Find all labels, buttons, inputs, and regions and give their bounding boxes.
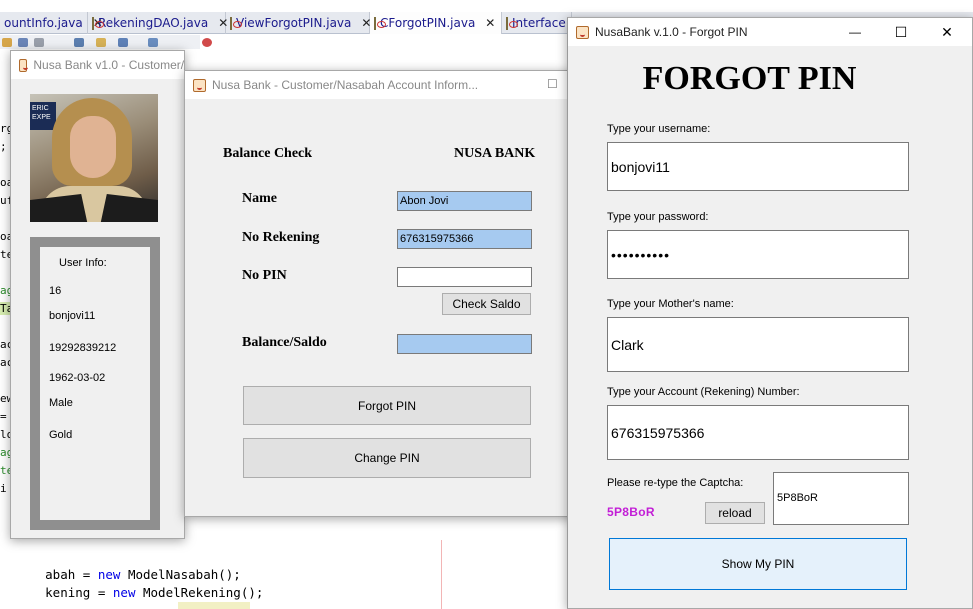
username-input[interactable]: bonjovi11 (607, 142, 909, 191)
minimize-icon[interactable]: — (832, 18, 878, 46)
java-form-icon (230, 16, 242, 30)
code-text: ModelRekening(); (135, 585, 264, 600)
toolbar-icon[interactable] (2, 38, 12, 47)
rekening-label: No Rekening (242, 230, 320, 245)
check-saldo-button[interactable]: Check Saldo (442, 293, 531, 315)
maximize-icon[interactable]: ☐ (547, 77, 558, 91)
tab-viewforgotpin[interactable]: ViewForgotPIN.java ✕ (226, 12, 371, 34)
tab-cforgotpin[interactable]: CForgotPIN.java ✕ (370, 12, 502, 34)
account-title: Nusa Bank - Customer/Nasabah Account Inf… (212, 78, 479, 92)
toolbar-icon[interactable] (118, 38, 128, 47)
user-tier: Gold (49, 429, 73, 441)
bank-name: NUSA BANK (454, 146, 536, 161)
java-app-icon (576, 25, 589, 39)
code-keyword: new (112, 585, 136, 600)
photo-banner: ERIC EXPE (30, 102, 56, 130)
forgot-pin-titlebar[interactable]: NusaBank v.1.0 - Forgot PIN — ☐ ✕ (568, 18, 972, 46)
java-app-icon (19, 58, 29, 72)
forgot-pin-heading: FORGOT PIN (642, 60, 857, 97)
editor-toolbar (0, 35, 212, 49)
pin-field[interactable] (397, 267, 532, 287)
toolbar-icon[interactable] (96, 38, 106, 47)
tab-rekeningdao[interactable]: RekeningDAO.java ✕ (88, 12, 228, 34)
toolbar-icon[interactable] (34, 38, 44, 47)
pin-label: No PIN (242, 268, 287, 283)
tab-label: CForgotPIN.java (380, 16, 476, 30)
rekening-field[interactable]: 676315975366 (397, 229, 532, 249)
user-gender: Male (49, 397, 73, 409)
mother-name-label: Type your Mother's name: (607, 298, 734, 310)
tab-label: ViewForgotPIN.java (236, 16, 352, 30)
toolbar-icon[interactable] (148, 38, 158, 47)
balance-check-title: Balance Check (223, 146, 313, 161)
margin-guide-line (441, 540, 442, 609)
reload-captcha-button[interactable]: reload (705, 502, 765, 524)
user-info-panel: User Info: 16 bonjovi11 19292839212 1962… (30, 237, 160, 530)
tab-label: RekeningDAO.java (98, 16, 209, 30)
password-input[interactable]: •••••••••• (607, 230, 909, 279)
balance-field[interactable] (397, 334, 532, 354)
toolbar-icon[interactable] (74, 38, 84, 47)
photo-face (70, 116, 116, 178)
toolbar-icon[interactable] (18, 38, 28, 47)
forgot-pin-button[interactable]: Forgot PIN (243, 386, 531, 425)
close-icon[interactable]: ✕ (924, 18, 970, 46)
user-id: 16 (49, 285, 62, 297)
account-number-label: Type your Account (Rekening) Number: (607, 386, 800, 398)
dashboard-window[interactable]: Nusa Bank v1.0 - Customer/Nasabah Dashbo… (10, 50, 185, 539)
dashboard-title: Nusa Bank v1.0 - Customer/Nasabah Dashbo… (33, 58, 184, 72)
java-app-icon (193, 78, 206, 92)
tab-label: ountInfo.java (4, 16, 83, 30)
highlight-marker (178, 602, 250, 609)
code-editor[interactable]: abah = new ModelNasabah(); kening = new … (0, 530, 560, 609)
user-username: bonjovi11 (49, 310, 96, 322)
forgot-pin-title: NusaBank v.1.0 - Forgot PIN (595, 25, 748, 39)
account-number-input[interactable]: 676315975366 (607, 405, 909, 460)
dashboard-titlebar[interactable]: Nusa Bank v1.0 - Customer/Nasabah Dashbo… (11, 51, 184, 79)
show-my-pin-button[interactable]: Show My PIN (609, 538, 907, 590)
java-file-icon (506, 16, 518, 30)
maximize-icon[interactable]: ☐ (878, 18, 924, 46)
name-field[interactable]: Abon Jovi (397, 191, 532, 211)
change-pin-button[interactable]: Change PIN (243, 438, 531, 478)
password-label: Type your password: (607, 211, 709, 223)
balance-label: Balance/Saldo (242, 335, 327, 350)
code-fragment: ; (0, 140, 7, 153)
account-titlebar[interactable]: Nusa Bank - Customer/Nasabah Account Inf… (185, 71, 578, 99)
code-fragment: i (0, 482, 7, 495)
forgot-pin-window[interactable]: NusaBank v.1.0 - Forgot PIN — ☐ ✕ FORGOT… (567, 17, 973, 609)
account-info-window[interactable]: Nusa Bank - Customer/Nasabah Account Inf… (184, 70, 579, 517)
tab-accountinfo[interactable]: ountInfo.java ✕ (0, 12, 103, 34)
mother-name-input[interactable]: Clark (607, 317, 909, 372)
customer-photo: ERIC EXPE (30, 94, 158, 222)
user-info-label: User Info: (59, 257, 107, 269)
tab-interface[interactable]: Interface (502, 12, 572, 34)
java-file-icon (374, 16, 386, 30)
user-phone: 19292839212 (49, 342, 117, 354)
tab-label: Interface (512, 16, 566, 30)
captcha-text: 5P8BoR (607, 505, 655, 519)
code-fragment: = (0, 410, 7, 423)
captcha-input[interactable]: 5P8BoR (773, 472, 909, 525)
close-icon[interactable]: ✕ (485, 16, 495, 30)
username-label: Type your username: (607, 123, 711, 135)
java-file-icon (92, 16, 104, 30)
name-label: Name (242, 191, 277, 206)
code-text: kening = (45, 585, 113, 600)
captcha-label: Please re-type the Captcha: (607, 477, 744, 489)
toolbar-icon[interactable] (202, 38, 212, 47)
user-dob: 1962-03-02 (49, 372, 106, 384)
